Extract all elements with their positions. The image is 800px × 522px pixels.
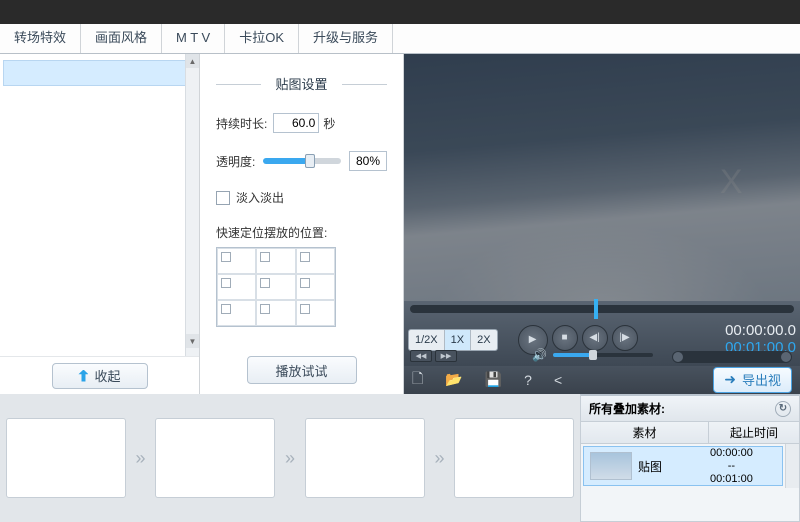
volume-slider[interactable] <box>553 353 653 357</box>
overlay-material-panel: 所有叠加素材: ↻ 素材 起止时间 贴图 00:00:00 -- 00:01:0… <box>580 394 800 522</box>
playhead-icon[interactable] <box>594 299 598 319</box>
tab-style[interactable]: 画面风格 <box>81 24 162 53</box>
overlay-header: 所有叠加素材: <box>589 400 665 417</box>
transition-icon[interactable]: » <box>279 443 301 473</box>
scroll-up-icon[interactable]: ▲ <box>186 54 199 68</box>
position-grid[interactable] <box>216 247 336 327</box>
position-label: 快速定位摆放的位置: <box>216 224 387 241</box>
timeline-clip[interactable] <box>305 418 425 498</box>
overlay-thumb <box>590 452 632 480</box>
pos-tc[interactable] <box>256 248 295 274</box>
skip-back-button[interactable]: ◀◀ <box>410 350 432 362</box>
pos-br[interactable] <box>296 300 335 326</box>
panel-title: 贴图设置 <box>216 74 387 93</box>
file-toolbar: 🗋 📂 💾 ? < ➜ 导出视 <box>404 366 800 394</box>
speed-half[interactable]: 1/2X <box>409 330 445 350</box>
fade-label: 淡入淡出 <box>236 189 284 206</box>
speed-selector[interactable]: 1/2X 1X 2X <box>408 329 498 351</box>
export-button[interactable]: ➜ 导出视 <box>713 367 792 393</box>
new-button[interactable]: 🗋 <box>412 368 423 392</box>
overlay-row[interactable]: 贴图 00:00:00 -- 00:01:00 <box>583 446 783 486</box>
h-scrollbar[interactable] <box>672 351 792 363</box>
tab-transition[interactable]: 转场特效 <box>0 24 81 53</box>
timeline-strip: » » » <box>0 394 580 522</box>
stop-button[interactable]: ■ <box>552 325 578 351</box>
pos-tl[interactable] <box>217 248 256 274</box>
duration-unit: 秒 <box>323 115 335 132</box>
transition-icon[interactable]: » <box>429 443 451 473</box>
pos-bc[interactable] <box>256 300 295 326</box>
player-controls: 1/2X 1X 2X ▶ ■ ◀| |▶ 00:00:00.0 00:01:00… <box>404 301 800 365</box>
speed-2x[interactable]: 2X <box>471 330 496 350</box>
pos-mr[interactable] <box>296 274 335 300</box>
watermark: X <box>720 163 745 202</box>
pos-bl[interactable] <box>217 300 256 326</box>
collapse-button[interactable]: 收起 <box>52 363 148 389</box>
play-test-button[interactable]: 播放试试 <box>247 356 357 384</box>
tab-karaoke[interactable]: 卡拉OK <box>225 24 299 53</box>
timeline-clip[interactable] <box>454 418 574 498</box>
timeline-clip[interactable] <box>155 418 275 498</box>
opacity-label: 透明度: <box>216 153 255 170</box>
duration-input[interactable] <box>273 113 319 133</box>
export-label: 导出视 <box>742 370 781 389</box>
skip-fwd-button[interactable]: ▶▶ <box>435 350 457 362</box>
export-icon: ➜ <box>724 371 736 388</box>
save-button[interactable]: 💾 <box>485 371 502 388</box>
overlay-scrollbar[interactable] <box>785 444 799 488</box>
material-list-panel: ▲ ▼ 收起 <box>0 54 200 394</box>
slider-knob[interactable] <box>305 154 315 168</box>
pos-ml[interactable] <box>217 274 256 300</box>
duration-label: 持续时长: <box>216 115 267 132</box>
scroll-down-icon[interactable]: ▼ <box>186 334 199 348</box>
volume-icon[interactable]: 🔊 <box>532 348 547 362</box>
pos-tr[interactable] <box>296 248 335 274</box>
tab-mtv[interactable]: M T V <box>162 24 225 53</box>
share-button[interactable]: < <box>554 372 562 388</box>
overlay-name: 贴图 <box>638 458 710 475</box>
settings-panel: 贴图设置 持续时长: 秒 透明度: 淡入淡出 快速定位摆放的位置: 播放试试 <box>200 54 404 394</box>
prev-frame-button[interactable]: ◀| <box>582 325 608 351</box>
list-item-selected[interactable] <box>3 60 196 86</box>
col-time: 起止时间 <box>709 422 799 443</box>
open-button[interactable]: 📂 <box>445 371 462 388</box>
fade-checkbox[interactable] <box>216 191 230 205</box>
hourglass-icon <box>78 370 88 382</box>
list-scrollbar[interactable]: ▲ ▼ <box>185 54 199 394</box>
opacity-slider[interactable] <box>263 158 341 164</box>
collapse-label: 收起 <box>94 366 120 385</box>
next-frame-button[interactable]: |▶ <box>612 325 638 351</box>
col-material: 素材 <box>581 422 709 443</box>
timeline-clip[interactable] <box>6 418 126 498</box>
seek-bar[interactable] <box>410 305 794 313</box>
pos-mc[interactable] <box>256 274 295 300</box>
help-button[interactable]: ? <box>524 372 532 388</box>
refresh-button[interactable]: ↻ <box>775 401 791 417</box>
tab-upgrade[interactable]: 升级与服务 <box>299 24 393 53</box>
overlay-time: 00:00:00 -- 00:01:00 <box>710 447 753 486</box>
timecode-current: 00:00:00.0 <box>725 322 796 339</box>
transition-icon[interactable]: » <box>130 443 152 473</box>
speed-1x[interactable]: 1X <box>445 330 471 350</box>
opacity-value[interactable] <box>349 151 387 171</box>
video-preview[interactable]: X <box>404 54 800 301</box>
